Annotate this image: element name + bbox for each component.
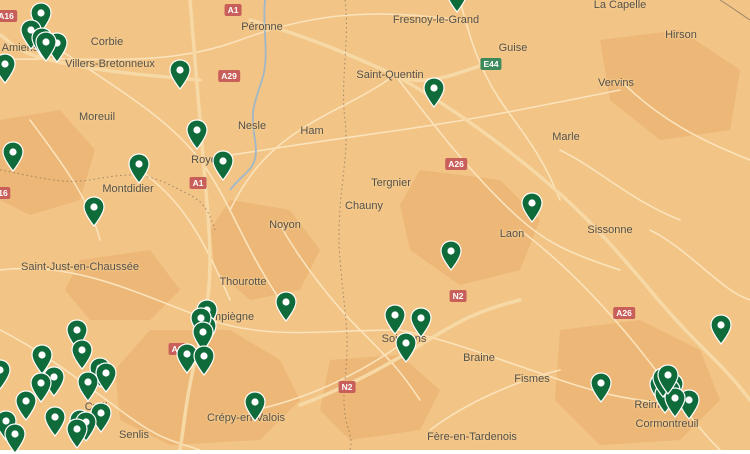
map-pin-icon [15,390,37,421]
map-pin-icon [35,31,57,62]
place-label: Tergnier [371,177,411,189]
map-pin-marker[interactable] [657,364,679,395]
map-pin-marker[interactable] [212,150,234,181]
road-number-badge: A1 [189,177,207,189]
road-number-badge: A16 [0,10,17,22]
place-label: Noyon [269,219,301,231]
place-label: Fère-en-Tardenois [427,431,517,443]
place-label: Braine [463,352,495,364]
map-pin-icon [710,314,732,345]
map-pin-marker[interactable] [521,192,543,223]
road-number-badge: 16 [0,187,11,199]
place-label: Sissonne [587,224,633,236]
map-pin-marker[interactable] [0,359,11,390]
road-number-badge: A1 [224,4,242,16]
road-number-badge: N2 [449,290,467,302]
map-pin-icon [193,345,215,376]
place-label: Vervins [597,77,635,89]
map-pin-marker[interactable] [440,240,462,271]
place-label: Moreuil [78,111,116,123]
map-pin-marker[interactable] [128,153,150,184]
map-pin-icon [4,423,26,454]
place-label: Marle [552,131,580,143]
map-pin-marker[interactable] [2,141,24,172]
map-pin-icon [448,0,466,13]
map-pin-marker[interactable] [35,31,57,62]
map-pin-icon [590,372,612,403]
map-pin-icon [384,304,406,335]
map-pin-icon [275,291,297,322]
map-pin-icon [395,332,417,363]
map-pin-icon [169,59,191,90]
place-label: Senlis [119,429,149,441]
place-label: Chauny [345,200,383,212]
place-label: Thourotte [219,276,267,288]
place-label: Nesle [237,120,267,132]
map-pin-icon [521,192,543,223]
map-pin-marker[interactable] [395,332,417,363]
place-label: Péronne [241,21,283,33]
map-pin-marker[interactable] [244,391,266,422]
map-pin-marker[interactable] [193,345,215,376]
road-number-badge: A26 [613,307,635,319]
map-pin-icon [186,119,208,150]
road-number-badge: A26 [445,158,467,170]
place-label: Fresnoy-le-Grand [392,14,480,26]
map-pin-marker[interactable] [710,314,732,345]
map-pin-marker[interactable] [423,77,445,108]
map-pin-icon [0,359,11,390]
map-pin-marker[interactable] [275,291,297,322]
map-pin-marker[interactable] [15,390,37,421]
map-pin-icon [77,371,99,402]
map-pin-marker[interactable] [169,59,191,90]
map-pin-icon [0,53,16,84]
map-pin-icon [128,153,150,184]
map-pin-marker[interactable] [4,423,26,454]
map-pin-icon [244,391,266,422]
map-pin-marker[interactable] [186,119,208,150]
place-label: Saint-Just-en-Chaussée [20,261,140,273]
place-label: Saint-Quentin [356,69,424,81]
map-pin-icon [212,150,234,181]
map-pin-icon [440,240,462,271]
map-pin-icon [44,406,66,437]
road-number-badge: E44 [480,58,502,70]
map-pin-marker[interactable] [83,196,105,227]
road-number-badge: N2 [338,381,356,393]
road-number-badge: A29 [218,70,240,82]
map-pin-marker[interactable] [44,406,66,437]
place-label: Corbie [90,36,124,48]
place-label: Guise [498,42,528,54]
map-pin-icon [2,141,24,172]
place-label: Montdidier [102,183,154,195]
map-pin-icon [423,77,445,108]
map-pin-marker[interactable] [66,418,88,449]
place-label: Ham [300,125,324,137]
place-label: La Capelle [593,0,647,11]
map-canvas[interactable]: Amiens Corbie Villers-Bretonneux Péronne Fre… [0,0,750,454]
place-label: Hirson [665,29,697,41]
map-pin-icon [66,418,88,449]
map-pin-icon [83,196,105,227]
map-pin-marker[interactable] [0,53,16,84]
place-label: Fismes [514,373,550,385]
map-pin-marker[interactable] [77,371,99,402]
place-label: Villers-Bretonneux [65,58,155,70]
map-pin-icon [657,364,679,395]
map-pin-marker[interactable] [590,372,612,403]
map-pin-marker[interactable] [384,304,406,335]
place-label: Laon [499,228,525,240]
map-pin-marker[interactable] [446,0,468,13]
